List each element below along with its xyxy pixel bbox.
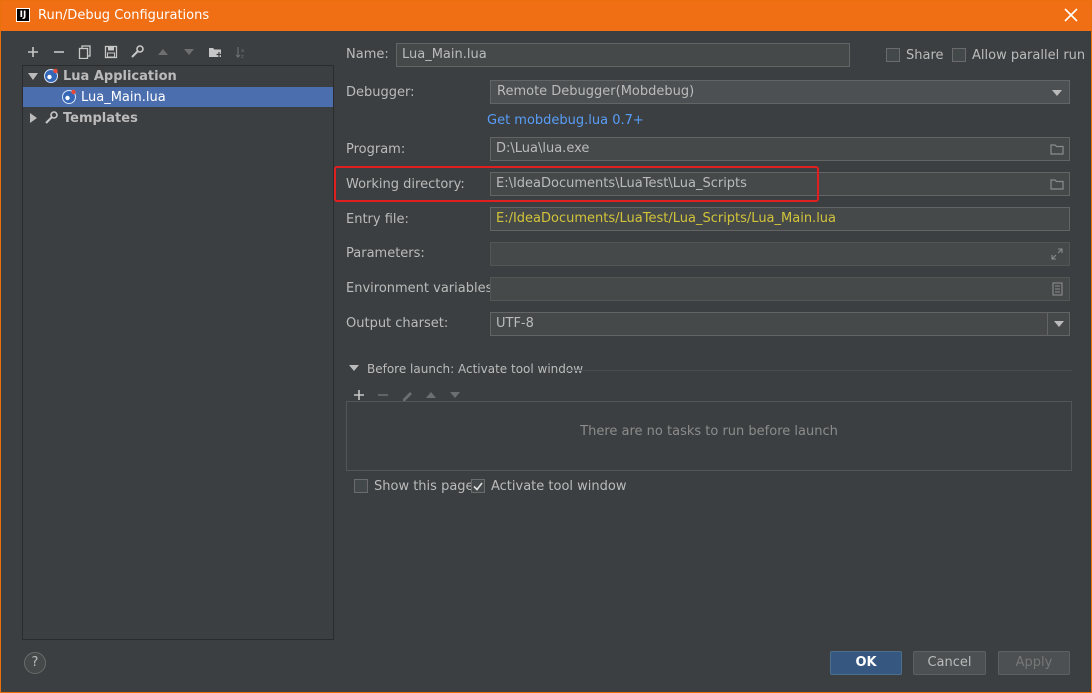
run-debug-dialog: IJ Run/Debug Configurations a z Lua Appl… <box>0 0 1092 693</box>
configuration-tree: Lua Application Lua_Main.lua Templates <box>22 65 334 640</box>
config-toolbar: az <box>23 41 251 63</box>
sort-icon[interactable]: az <box>231 42 251 62</box>
tree-label: Lua Application <box>63 68 177 84</box>
section-collapse-icon[interactable] <box>349 365 359 371</box>
allow-parallel-checkbox[interactable] <box>952 48 966 62</box>
save-icon[interactable] <box>101 42 121 62</box>
activate-tool-window-label[interactable]: Activate tool window <box>491 479 626 494</box>
lua-file-icon <box>61 89 77 105</box>
wrench-icon[interactable] <box>127 42 147 62</box>
before-launch-task-list[interactable]: There are no tasks to run before launch <box>346 401 1072 471</box>
share-checkbox[interactable] <box>886 48 900 62</box>
tree-label: Templates <box>63 110 138 126</box>
tree-label: Lua_Main.lua <box>81 89 166 105</box>
apply-button[interactable]: Apply <box>998 651 1070 675</box>
show-this-page-checkbox[interactable] <box>354 479 368 493</box>
checkmark-icon <box>473 482 483 491</box>
debugger-select[interactable]: Remote Debugger(Mobdebug) <box>490 80 1070 104</box>
add-icon[interactable] <box>23 42 43 62</box>
output-charset-select[interactable]: UTF-8 <box>490 312 1070 336</box>
activate-tool-window-checkbox[interactable] <box>471 479 485 493</box>
help-button[interactable]: ? <box>24 652 46 674</box>
output-charset-label: Output charset: <box>346 316 449 331</box>
browse-folder-icon[interactable] <box>1049 141 1065 157</box>
environment-variables-label: Environment variables: <box>346 281 497 296</box>
lua-icon <box>43 68 59 84</box>
chevron-down-icon[interactable] <box>1047 313 1069 335</box>
tree-item-lua-main[interactable]: Lua_Main.lua <box>23 87 333 107</box>
chevron-down-icon <box>1049 85 1065 101</box>
program-value: D:\Lua\lua.exe <box>496 141 590 156</box>
copy-icon[interactable] <box>75 42 95 62</box>
program-input[interactable]: D:\Lua\lua.exe <box>490 137 1070 161</box>
section-divider <box>567 370 1072 371</box>
name-label: Name: <box>346 47 389 62</box>
entry-file-label: Entry file: <box>346 212 409 227</box>
move-up-icon[interactable] <box>153 42 173 62</box>
debugger-label: Debugger: <box>346 85 415 100</box>
close-icon[interactable] <box>1061 5 1081 25</box>
folder-icon[interactable] <box>205 42 225 62</box>
expand-icon[interactable] <box>1049 246 1065 262</box>
before-launch-title: Before launch: Activate tool window <box>367 362 584 376</box>
program-label: Program: <box>346 142 406 157</box>
remove-icon[interactable] <box>49 42 69 62</box>
name-input[interactable]: Lua_Main.lua <box>396 43 850 67</box>
wrench-icon <box>43 110 59 126</box>
svg-text:z: z <box>241 54 244 59</box>
document-icon[interactable] <box>1049 281 1065 297</box>
output-charset-value: UTF-8 <box>496 316 534 331</box>
working-directory-input[interactable]: E:\IdeaDocuments\LuaTest\Lua_Scripts <box>490 172 1070 196</box>
title-bar[interactable]: IJ Run/Debug Configurations <box>1 1 1091 31</box>
share-label[interactable]: Share <box>906 48 944 63</box>
entry-file-input[interactable]: E:/IdeaDocuments/LuaTest/Lua_Scripts/Lua… <box>490 207 1070 231</box>
allow-parallel-label[interactable]: Allow parallel run <box>972 48 1085 63</box>
cancel-button[interactable]: Cancel <box>913 651 986 675</box>
tree-item-templates[interactable]: Templates <box>23 108 333 128</box>
working-directory-value: E:\IdeaDocuments\LuaTest\Lua_Scripts <box>496 176 747 191</box>
debugger-value: Remote Debugger(Mobdebug) <box>497 84 695 99</box>
dialog-title: Run/Debug Configurations <box>38 8 210 23</box>
show-this-page-label[interactable]: Show this page <box>374 479 474 494</box>
parameters-input[interactable] <box>490 242 1070 266</box>
ok-button[interactable]: OK <box>830 651 902 675</box>
expand-arrow-icon[interactable] <box>27 70 39 82</box>
tree-item-lua-application[interactable]: Lua Application <box>23 66 333 86</box>
collapse-arrow-icon[interactable] <box>27 112 39 124</box>
browse-folder-icon[interactable] <box>1049 176 1065 192</box>
move-down-icon[interactable] <box>179 42 199 62</box>
empty-tasks-text: There are no tasks to run before launch <box>580 424 838 439</box>
parameters-label: Parameters: <box>346 246 425 261</box>
get-mobdebug-link[interactable]: Get mobdebug.lua 0.7+ <box>487 113 644 128</box>
intellij-app-icon: IJ <box>16 8 30 22</box>
working-directory-label: Working directory: <box>346 177 465 192</box>
environment-variables-input[interactable] <box>490 277 1070 301</box>
